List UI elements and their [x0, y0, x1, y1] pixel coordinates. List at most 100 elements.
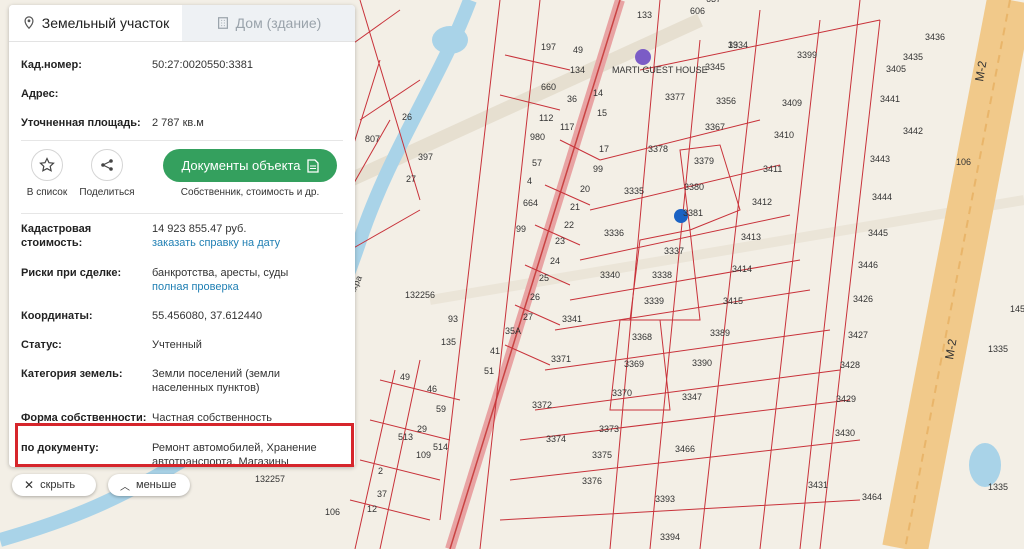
parcel-number-label: 49	[400, 372, 410, 382]
cad-number-value[interactable]: 50:27:0020550:3381	[152, 58, 343, 72]
parcel-number-label: 3378	[648, 144, 668, 154]
parcel-number-label: 109	[416, 450, 431, 460]
parcel-number-label: 3336	[604, 228, 624, 238]
parcel-number-label: 3377	[665, 92, 685, 102]
parcel-number-label: 3441	[880, 94, 900, 104]
parcel-number-label: 3431	[808, 480, 828, 490]
add-to-list-button[interactable]: В список	[17, 149, 77, 198]
parcel-number-label: 3445	[868, 228, 888, 238]
hide-panel-button[interactable]: ✕ скрыть	[12, 474, 96, 496]
parcel-number-label: 664	[523, 198, 538, 208]
building-icon	[217, 17, 228, 29]
tab-land-plot[interactable]: Земельный участок	[9, 5, 182, 41]
risks-label: Риски при сделке:	[21, 267, 122, 279]
parcel-number-label: 3443	[870, 154, 890, 164]
category-value-line2: населенных пунктов)	[152, 382, 260, 394]
parcel-number-label: 3399	[797, 50, 817, 60]
parcel-number-label: 1335	[988, 482, 1008, 492]
parcel-number-label: 3442	[903, 126, 923, 136]
parcel-number-label: 4	[527, 176, 532, 186]
share-icon	[101, 159, 113, 171]
parcel-number-label: 397	[418, 152, 433, 162]
chevron-up-icon: ︿	[120, 481, 130, 493]
parcel-number-label: 17	[599, 144, 609, 154]
cad-cost-value: 14 923 855.47 руб.	[152, 223, 247, 235]
parcel-number-label: 29	[417, 424, 427, 434]
documents-button[interactable]: Документы объекта	[163, 149, 337, 182]
parcel-number-label: 3335	[624, 186, 644, 196]
parcel-number-label: 21	[570, 202, 580, 212]
parcel-number-label: 132257	[255, 474, 285, 484]
parcel-number-label: 27	[406, 174, 416, 184]
parcel-number-label: 3373	[599, 424, 619, 434]
cad-number-label: Кад.номер:	[21, 59, 82, 71]
parcel-number-label: 3341	[562, 314, 582, 324]
parcel-number-label: 3374	[546, 434, 566, 444]
coords-row: Координаты: 55.456080, 37.612440	[9, 309, 355, 323]
parcel-number-label: 606	[690, 6, 705, 16]
parcel-number-label: 3339	[644, 296, 664, 306]
parcel-number-label: 51	[484, 366, 494, 376]
parcel-number-label: 3446	[858, 260, 878, 270]
parcel-number-label: 3380	[684, 182, 704, 192]
parcel-number-label: 99	[593, 164, 603, 174]
parcel-number-label: 3370	[612, 388, 632, 398]
parcel-number-label: 3390	[692, 358, 712, 368]
parcel-number-label: 3436	[925, 32, 945, 42]
parcel-number-label: 3347	[682, 392, 702, 402]
area-row: Уточненная площадь: 2 787 кв.м	[9, 116, 355, 130]
parcel-number-label: 57	[532, 158, 542, 168]
parcel-number-label: 133	[637, 10, 652, 20]
parcel-number-label: 3466	[675, 444, 695, 454]
parcel-number-label: 3381	[683, 208, 703, 218]
parcel-number-label: 1335	[988, 344, 1008, 354]
hide-label: скрыть	[40, 479, 76, 491]
cad-number-row: Кад.номер: 50:27:0020550:3381	[9, 58, 355, 72]
parcel-number-label: 134	[570, 65, 585, 75]
address-label: Адрес:	[21, 88, 59, 100]
less-button[interactable]: ︿ меньше	[108, 474, 190, 496]
area-value: 2 787 кв.м	[152, 117, 204, 129]
risks-row: Риски при сделке: банкротства, аресты, с…	[9, 266, 355, 294]
parcel-number-label: 807	[365, 134, 380, 144]
parcel-number-label: 3464	[862, 492, 882, 502]
parcel-number-label: 3411	[763, 164, 782, 174]
parcel-number-label: 26	[530, 292, 540, 302]
cad-cost-label-line2: стоимость:	[21, 237, 83, 249]
documents-button-label: Документы объекта	[181, 158, 301, 173]
coords-label: Координаты:	[21, 310, 93, 322]
star-icon	[39, 157, 55, 172]
parcel-number-label: 3412	[752, 197, 772, 207]
parcel-number-label: 3444	[872, 192, 892, 202]
close-icon: ✕	[24, 478, 35, 492]
parcel-number-label: 19	[728, 40, 738, 50]
parcel-number-label: 12	[367, 504, 377, 514]
parcel-number-label: 59	[436, 404, 446, 414]
parcel-number-label: 3367	[705, 122, 725, 132]
parcel-number-label: 112	[539, 113, 553, 123]
status-row: Статус: Учтенный	[9, 338, 355, 352]
parcel-number-label: 26	[402, 112, 412, 122]
parcel-number-label: 106	[325, 507, 340, 517]
parcel-number-label: 3338	[652, 270, 672, 280]
parcel-number-label: 3368	[632, 332, 652, 342]
parcel-number-label: 3376	[582, 476, 602, 486]
category-value-line1: Земли поселений (земли	[152, 368, 281, 380]
parcel-number-label: 3379	[694, 156, 714, 166]
parcel-number-label: 514	[433, 442, 448, 452]
parcel-number-label: 660	[541, 82, 556, 92]
parcel-number-label: 35А	[505, 326, 521, 336]
parcel-number-label: 3337	[664, 246, 684, 256]
parcel-number-label: 23	[555, 236, 565, 246]
tab-house[interactable]: Дом (здание)	[182, 5, 355, 41]
full-check-link[interactable]: полная проверка	[152, 280, 343, 294]
coords-value: 55.456080, 37.612440	[152, 310, 263, 322]
share-button[interactable]: Поделиться	[77, 149, 137, 198]
order-certificate-link[interactable]: заказать справку на дату	[152, 236, 343, 250]
parcel-number-label: 3405	[886, 64, 906, 74]
parcel-number-label: 135	[441, 337, 456, 347]
documents-subtitle: Собственник, стоимость и др.	[180, 187, 320, 198]
cad-cost-row: Кадастровая стоимость: 14 923 855.47 руб.…	[9, 222, 355, 250]
parcel-number-label: 197	[541, 42, 556, 52]
parcel-number-label: 3414	[732, 264, 752, 274]
